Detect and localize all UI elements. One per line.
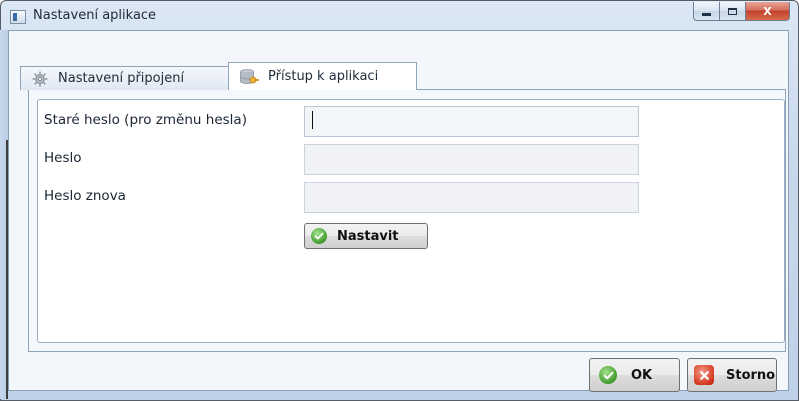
password-again-field[interactable]	[304, 182, 639, 213]
close-button[interactable]: X	[746, 2, 790, 21]
tab-connection-settings-label: Nastavení připojení	[58, 71, 185, 86]
maximize-icon	[728, 7, 737, 15]
app-window-icon	[10, 10, 26, 24]
maximize-button[interactable]	[720, 2, 746, 21]
window-title: Nastavení aplikace	[33, 8, 157, 23]
old-password-field[interactable]	[304, 106, 639, 137]
close-icon: X	[763, 4, 772, 18]
set-password-button[interactable]: Nastavit	[304, 223, 428, 249]
ok-button-label: OK	[631, 367, 653, 383]
gear-icon	[31, 70, 49, 88]
cancel-button-label: Storno	[726, 367, 776, 383]
minimize-button[interactable]	[693, 2, 720, 21]
cancel-x-icon	[694, 365, 714, 385]
tab-connection-settings[interactable]: Nastavení připojení	[20, 66, 229, 90]
password-again-label: Heslo znova	[44, 188, 126, 204]
caption-buttons: X	[693, 2, 790, 22]
password-label: Heslo	[44, 150, 82, 166]
text-caret	[312, 111, 313, 129]
minimize-icon	[702, 12, 711, 16]
old-password-label: Staré heslo (pro změnu hesla)	[44, 112, 247, 128]
ok-button[interactable]: OK	[589, 358, 680, 392]
database-key-icon	[239, 68, 259, 86]
tab-strip: Nastavení připojení Přístup k aplikaci	[20, 62, 417, 90]
check-circle-icon	[311, 228, 327, 244]
set-password-button-label: Nastavit	[337, 228, 399, 244]
cancel-button[interactable]: Storno	[687, 358, 777, 392]
tab-app-access[interactable]: Přístup k aplikaci	[228, 62, 417, 90]
tab-app-access-label: Přístup k aplikaci	[268, 69, 379, 84]
title-bar[interactable]: Nastavení aplikace X	[1, 1, 798, 31]
check-circle-icon	[599, 366, 617, 384]
password-field[interactable]	[304, 144, 639, 175]
